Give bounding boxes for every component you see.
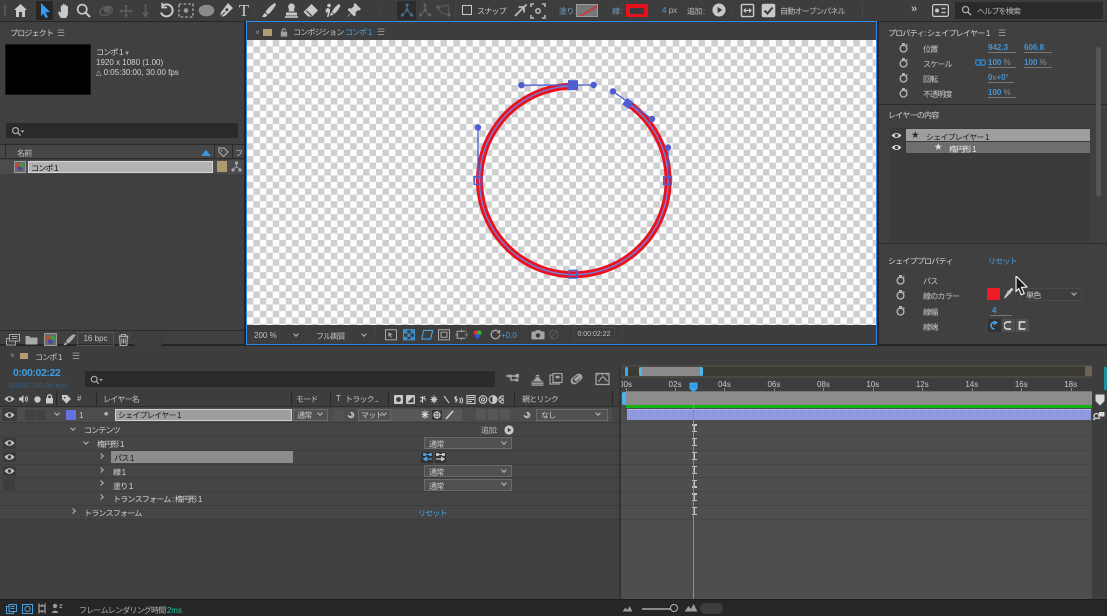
svg-text:T: T — [239, 2, 250, 19]
